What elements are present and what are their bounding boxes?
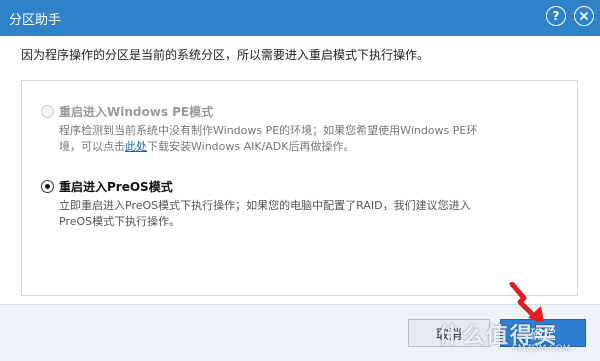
close-button[interactable]	[574, 6, 594, 26]
preos-label[interactable]: 重启进入PreOS模式	[59, 178, 173, 195]
title-bar: 分区助手 ?	[0, 0, 600, 36]
reboot-mode-options: 重启进入Windows PE模式 程序检测到当前系统中没有制作Windows P…	[21, 80, 578, 296]
download-aik-link[interactable]: 此处	[125, 140, 147, 153]
dialog-content: 因为程序操作的分区是当前的系统分区，所以需要进入重启模式下执行操作。 重启进入W…	[0, 36, 600, 304]
watermark-domain: SMZDM.COM	[512, 344, 571, 354]
close-circle-icon	[579, 11, 589, 21]
help-button[interactable]: ?	[546, 6, 566, 26]
windows-pe-label: 重启进入Windows PE模式	[59, 105, 214, 119]
question-circle-icon: ?	[552, 9, 560, 23]
preos-description: 立即重启进入PreOS模式下执行操作；如果您的电脑中配置了RAID，我们建议您进…	[59, 199, 471, 228]
partition-assistant-dialog: 分区助手 ? 因为程序操作的分区是当前的系统分区，所以需要进入重启模式下执行操作…	[0, 0, 600, 361]
windows-pe-radio[interactable]	[41, 105, 54, 118]
info-message: 因为程序操作的分区是当前的系统分区，所以需要进入重启模式下执行操作。	[21, 48, 430, 62]
windows-pe-desc-text-2: 下载安装Windows AIK/ADK后再做操作。	[147, 140, 355, 153]
preos-radio[interactable]	[41, 180, 54, 193]
window-title: 分区助手	[9, 13, 62, 28]
windows-pe-description: 程序检测到当前系统中没有制作Windows PE的环境；如果您希望使用Windo…	[59, 123, 479, 155]
